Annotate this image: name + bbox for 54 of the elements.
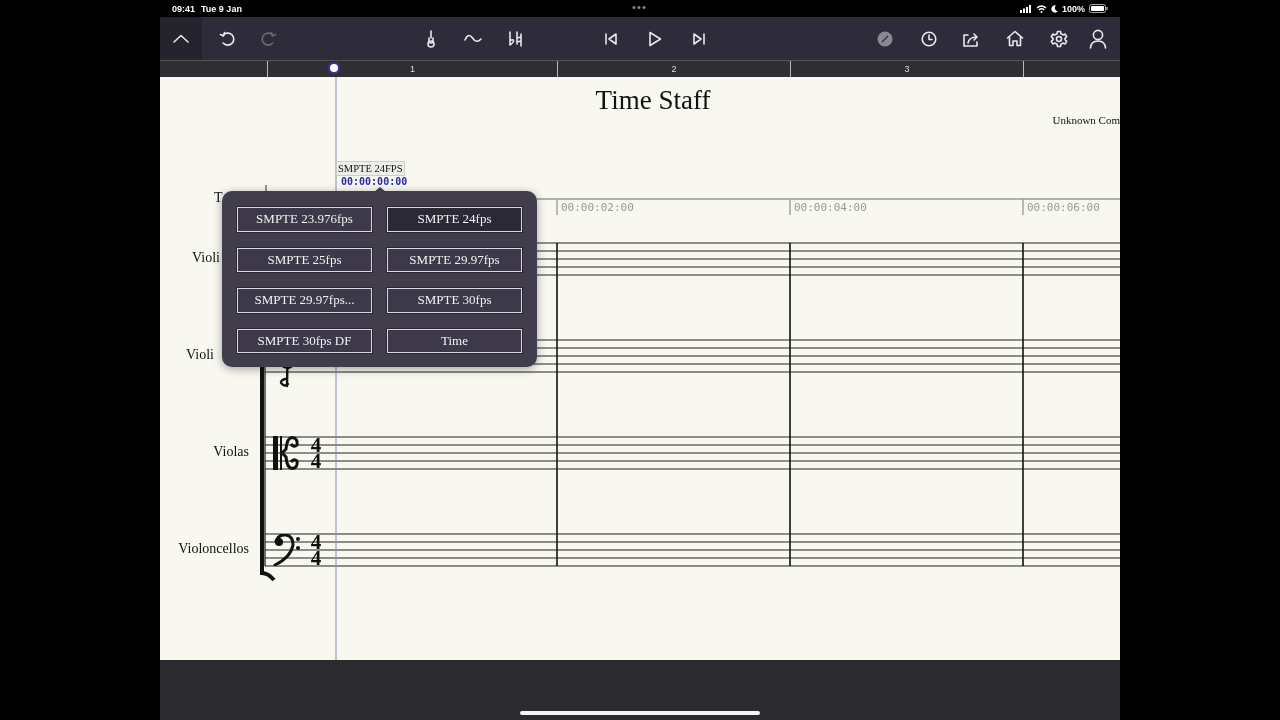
playhead-handle[interactable]: [328, 62, 340, 74]
bar-number: 1: [410, 64, 415, 74]
wave-icon: [464, 33, 482, 44]
bar-number: 3: [904, 64, 910, 74]
play-icon: [648, 30, 662, 47]
staff-label: T: [214, 190, 223, 206]
timecode-mark: 00:00:06:00: [1027, 201, 1100, 214]
bar-number: 2: [671, 64, 677, 74]
flat-natural-icon: [508, 30, 522, 47]
staff-label: Violoncellos: [178, 541, 249, 557]
more-dots-icon[interactable]: [632, 5, 646, 10]
staff-label: Violi: [192, 250, 220, 266]
skip-forward-icon: [692, 31, 706, 46]
bass-clef-icon: [273, 534, 301, 566]
timecode-format-label: SMPTE 24FPS: [336, 161, 405, 176]
redo-icon: [261, 30, 277, 47]
timecode-option[interactable]: SMPTE 23.976fps: [237, 207, 372, 232]
popover-pointer: [374, 187, 386, 192]
time-signature-digit: 4: [309, 550, 323, 566]
time-signature-digit: 4: [309, 453, 323, 469]
wifi-icon: [1035, 4, 1047, 13]
staff-label: Violi: [186, 347, 214, 363]
settings-icon: [1050, 29, 1068, 48]
timecode-option[interactable]: SMPTE 24fps: [387, 207, 522, 232]
status-date: Tue 9 Jan: [201, 3, 242, 14]
status-time: 09:41: [172, 3, 196, 14]
home-icon: [1006, 30, 1024, 47]
score-title: Time Staff: [594, 85, 712, 116]
chevron-up-icon: [173, 34, 189, 43]
timecode-mark: 00:00:02:00: [561, 201, 634, 214]
moon-icon: [1050, 4, 1058, 13]
signal-icon: [1019, 4, 1032, 13]
battery-icon: [1089, 4, 1108, 13]
timecode-option[interactable]: SMPTE 30fps DF: [237, 328, 372, 353]
timecode-option[interactable]: SMPTE 30fps: [387, 288, 522, 313]
battery-percent: 100%: [1061, 3, 1085, 14]
undo-icon: [219, 30, 235, 47]
clock-icon: [921, 30, 937, 47]
time-signature-digit: 4: [309, 534, 323, 550]
timecode-mark: 00:00:04:00: [794, 201, 867, 214]
timecode-option[interactable]: SMPTE 29.97fps: [387, 247, 522, 272]
skip-back-icon: [604, 31, 618, 46]
tuning-fork-icon: [426, 29, 436, 48]
disc-icon: [877, 30, 893, 47]
staff-label: Violas: [213, 444, 249, 460]
timecode: 00:00:00:00: [341, 176, 408, 187]
person-icon: [1089, 28, 1107, 49]
timecode-option[interactable]: SMPTE 25fps: [237, 247, 372, 272]
alto-clef-icon: [273, 436, 299, 470]
share-icon: [962, 30, 980, 47]
timecode-option[interactable]: SMPTE 29.97fps...: [237, 288, 372, 313]
timecode-option[interactable]: Time: [387, 328, 522, 353]
time-signature-digit: 4: [309, 437, 323, 453]
composer-name: Unknown Com: [1052, 114, 1120, 126]
